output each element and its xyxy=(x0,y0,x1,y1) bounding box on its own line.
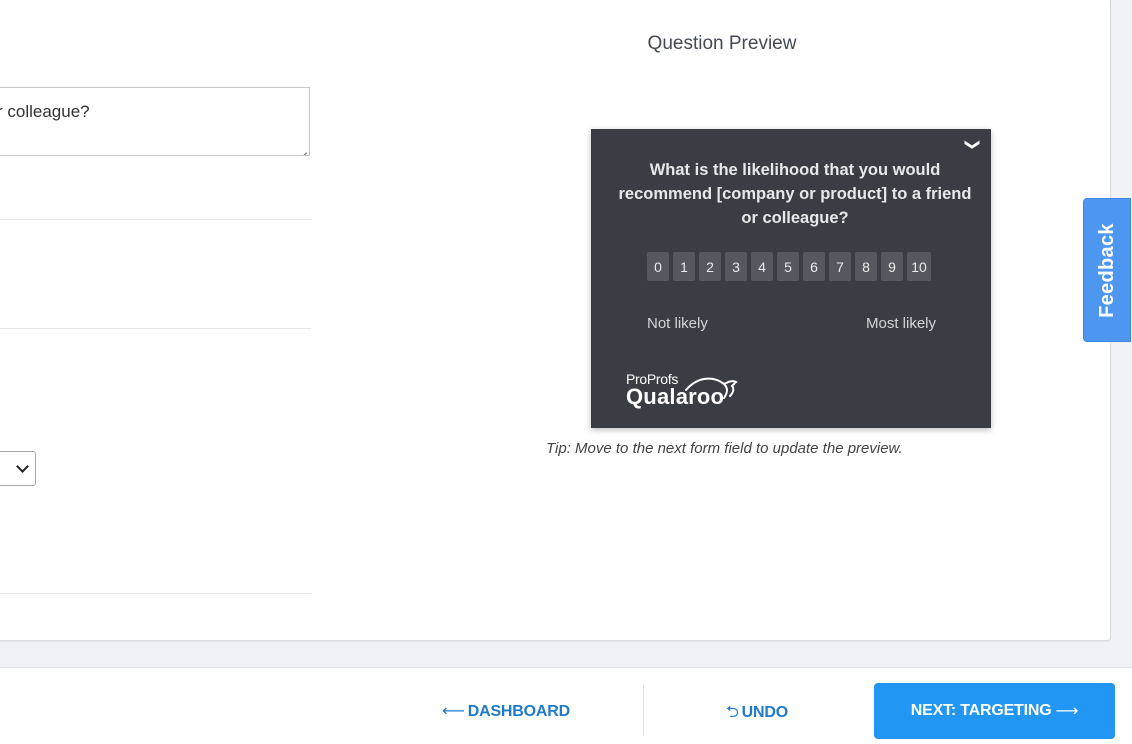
feedback-tab[interactable]: Feedback xyxy=(1083,198,1131,342)
nps-option-8[interactable]: 8 xyxy=(855,252,877,281)
nps-scale: 0 1 2 3 4 5 6 7 8 9 10 xyxy=(647,252,931,281)
chevron-down-icon xyxy=(16,460,29,473)
form-divider xyxy=(0,219,311,220)
nps-option-6[interactable]: 6 xyxy=(803,252,825,281)
question-text-input[interactable]: r colleague? xyxy=(0,87,310,156)
kangaroo-icon xyxy=(685,377,738,399)
next-label: NEXT: TARGETING xyxy=(910,702,1052,719)
nps-option-5[interactable]: 5 xyxy=(777,252,799,281)
resize-grip-icon[interactable] xyxy=(297,143,307,153)
undo-label: UNDO xyxy=(741,704,789,721)
scale-label-low: Not likely xyxy=(647,315,708,332)
arrow-left-icon: ⟵ xyxy=(442,703,465,720)
survey-preview-widget: ❯ What is the likelihood that you would … xyxy=(591,129,991,428)
preview-tip: Tip: Move to the next form field to upda… xyxy=(546,440,903,457)
preview-title: Question Preview xyxy=(647,33,797,54)
nps-option-7[interactable]: 7 xyxy=(829,252,851,281)
preview-question: What is the likelihood that you would re… xyxy=(618,161,972,227)
nps-option-1[interactable]: 1 xyxy=(673,252,695,281)
nps-option-10[interactable]: 10 xyxy=(907,252,931,281)
survey-editor-card: r colleague? Question Preview ❯ What is … xyxy=(0,0,1111,641)
dashboard-label: DASHBOARD xyxy=(467,703,570,720)
arrow-right-icon: ⟶ xyxy=(1055,703,1079,720)
nps-option-9[interactable]: 9 xyxy=(881,252,903,281)
form-divider xyxy=(0,593,311,594)
footer-bar: ⟵ DASHBOARD ⮌ UNDO NEXT: TARGETING ⟶ xyxy=(0,667,1132,744)
dropdown-select[interactable] xyxy=(0,451,36,486)
collapse-chevron-icon[interactable]: ❯ xyxy=(964,138,981,151)
nps-option-0[interactable]: 0 xyxy=(647,252,669,281)
scale-label-high: Most likely xyxy=(865,315,936,332)
dashboard-button[interactable]: ⟵ DASHBOARD xyxy=(442,701,570,721)
feedback-label: Feedback xyxy=(1095,222,1118,318)
undo-icon: ⮌ xyxy=(726,704,739,721)
next-targeting-button[interactable]: NEXT: TARGETING ⟶ xyxy=(874,683,1115,739)
form-divider xyxy=(0,328,311,329)
nps-option-3[interactable]: 3 xyxy=(725,252,747,281)
nps-option-4[interactable]: 4 xyxy=(751,252,773,281)
qualaroo-logo: ProProfs Qualaroo xyxy=(626,372,738,408)
nps-option-2[interactable]: 2 xyxy=(699,252,721,281)
footer-divider xyxy=(643,685,644,736)
question-text-value: r colleague? xyxy=(0,102,90,121)
undo-button[interactable]: ⮌ UNDO xyxy=(726,701,788,728)
